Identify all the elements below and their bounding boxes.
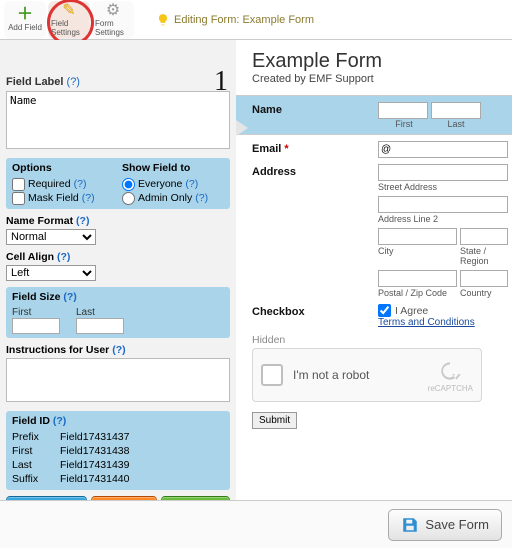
email-input[interactable] xyxy=(378,141,508,158)
required-checkbox[interactable] xyxy=(12,178,25,191)
field-id-row: LastField17431439 xyxy=(12,458,224,472)
street-sublabel: Street Address xyxy=(378,182,508,192)
bulb-icon xyxy=(156,13,170,27)
name-format-heading: Name Format xyxy=(6,215,73,227)
add-field-tab[interactable]: ＋ Add Field xyxy=(4,1,46,39)
instructions-input[interactable] xyxy=(6,358,230,402)
field-settings-tab[interactable]: ✎ Field Settings xyxy=(48,1,90,39)
recaptcha-checkbox[interactable] xyxy=(261,364,283,386)
form-title: Example Form xyxy=(252,50,508,73)
help-icon[interactable]: (?) xyxy=(82,191,95,205)
last-size-label: Last xyxy=(76,307,95,318)
postal-input[interactable] xyxy=(378,270,457,287)
help-icon[interactable]: (?) xyxy=(53,415,66,427)
pencil-icon: ✎ xyxy=(62,3,75,19)
editing-form-title: Editing Form: Example Form xyxy=(156,13,314,27)
postal-sublabel: Postal / Zip Code xyxy=(378,288,457,298)
submit-button[interactable]: Submit xyxy=(252,412,297,429)
last-sublabel: Last xyxy=(430,119,482,129)
instructions-heading: Instructions for User xyxy=(6,344,109,356)
save-form-button[interactable]: Save Form xyxy=(388,509,502,541)
form-subtitle: Created by EMF Support xyxy=(252,73,508,85)
recaptcha-brand: reCAPTCHA xyxy=(428,384,473,393)
save-icon xyxy=(401,516,419,534)
email-label: Email xyxy=(252,141,378,158)
gear-icon: ⚙ xyxy=(106,3,120,19)
top-toolbar: ＋ Add Field ✎ Field Settings ⚙ Form Sett… xyxy=(0,0,512,40)
agree-label: I Agree xyxy=(395,305,428,317)
form-settings-tab[interactable]: ⚙ Form Settings xyxy=(92,1,134,39)
country-input[interactable] xyxy=(460,270,508,287)
everyone-option[interactable]: Everyone (?) xyxy=(122,177,224,191)
help-icon[interactable]: (?) xyxy=(74,177,87,191)
footer-bar: Save Form xyxy=(0,500,512,548)
field-id-row: FirstField17431438 xyxy=(12,444,224,458)
first-name-input[interactable] xyxy=(378,102,428,119)
required-option[interactable]: Required (?) xyxy=(12,177,114,191)
cell-align-select[interactable]: Left xyxy=(6,265,96,281)
add-field-label: Add Field xyxy=(8,23,42,32)
name-label: Name xyxy=(252,102,378,130)
help-icon[interactable]: (?) xyxy=(112,344,125,356)
plus-icon: ＋ xyxy=(17,7,33,23)
last-size-input[interactable] xyxy=(76,318,124,334)
field-label-input[interactable]: Name xyxy=(6,91,230,149)
state-input[interactable] xyxy=(460,228,508,245)
recaptcha-text: I'm not a robot xyxy=(293,368,369,382)
field-settings-panel: 1 Field Label (?) Name Options Required … xyxy=(0,40,236,500)
field-id-row: PrefixField17431437 xyxy=(12,430,224,444)
form-preview: Example Form Created by EMF Support Name… xyxy=(236,40,512,500)
field-id-heading: Field ID xyxy=(12,415,50,427)
admin-only-radio[interactable] xyxy=(122,192,135,205)
help-icon[interactable]: (?) xyxy=(195,191,208,205)
form-settings-label: Form Settings xyxy=(95,19,131,37)
country-sublabel: Country xyxy=(460,288,508,298)
state-sublabel: State / Region xyxy=(460,246,508,266)
help-icon[interactable]: (?) xyxy=(76,215,89,227)
mask-field-checkbox[interactable] xyxy=(12,192,25,205)
field-id-panel: Field ID (?) PrefixField17431437 FirstFi… xyxy=(6,411,230,490)
help-icon[interactable]: (?) xyxy=(57,251,70,263)
mask-field-option[interactable]: Mask Field (?) xyxy=(12,191,114,205)
line2-sublabel: Address Line 2 xyxy=(378,214,508,224)
recaptcha-icon xyxy=(437,358,463,384)
options-heading: Options xyxy=(12,162,114,174)
selected-field-strip[interactable]: Name FirstLast xyxy=(236,95,512,135)
help-icon[interactable]: (?) xyxy=(67,76,80,88)
first-size-input[interactable] xyxy=(12,318,60,334)
step-number: 1 xyxy=(214,66,228,98)
selection-pointer-icon xyxy=(236,120,248,136)
checkbox-label: Checkbox xyxy=(252,304,378,328)
address-label: Address xyxy=(252,164,378,298)
field-settings-label: Field Settings xyxy=(51,19,87,37)
recaptcha-widget[interactable]: I'm not a robot reCAPTCHA xyxy=(252,348,482,402)
first-size-label: First xyxy=(12,307,31,318)
city-sublabel: City xyxy=(378,246,457,256)
add-field-button[interactable]: ＋Add Field xyxy=(161,496,230,500)
options-panel: Options Required (?) Mask Field (?) Show… xyxy=(6,158,230,209)
agree-checkbox[interactable] xyxy=(378,304,391,317)
city-input[interactable] xyxy=(378,228,457,245)
last-name-input[interactable] xyxy=(431,102,481,119)
name-format-select[interactable]: Normal xyxy=(6,229,96,245)
duplicate-button[interactable]: ⧉Duplicate xyxy=(6,496,87,500)
delete-button[interactable]: ✖Delete xyxy=(91,496,157,500)
hidden-label: Hidden xyxy=(252,334,508,346)
help-icon[interactable]: (?) xyxy=(63,291,76,303)
field-size-panel: Field Size (?) First Last xyxy=(6,287,230,338)
field-id-row: SuffixField17431440 xyxy=(12,472,224,486)
first-sublabel: First xyxy=(378,119,430,129)
field-size-heading: Field Size xyxy=(12,291,60,303)
terms-link[interactable]: Terms and Conditions xyxy=(378,317,508,328)
line2-input[interactable] xyxy=(378,196,508,213)
field-label-heading: Field Label xyxy=(6,76,63,88)
show-field-heading: Show Field to xyxy=(122,162,224,174)
admin-only-option[interactable]: Admin Only (?) xyxy=(122,191,224,205)
cell-align-heading: Cell Align xyxy=(6,251,54,263)
help-icon[interactable]: (?) xyxy=(185,177,198,191)
everyone-radio[interactable] xyxy=(122,178,135,191)
street-input[interactable] xyxy=(378,164,508,181)
